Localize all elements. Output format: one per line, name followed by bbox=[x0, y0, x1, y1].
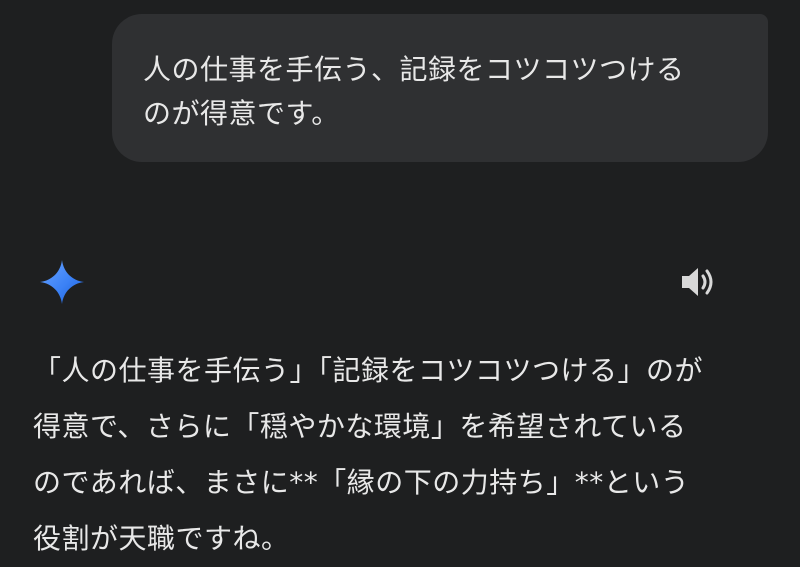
speaker-icon[interactable] bbox=[678, 264, 718, 300]
model-response-header bbox=[0, 252, 800, 312]
chat-conversation: 人の仕事を手伝う、記録をコツコツつける のが得意です。 「人の仕事を手伝う」「記… bbox=[0, 0, 800, 557]
user-message-text: 人の仕事を手伝う、記録をコツコツつける のが得意です。 bbox=[143, 53, 685, 130]
gemini-spark-icon bbox=[40, 260, 84, 304]
model-response-text: 「人の仕事を手伝う」「記録をコツコツつける」のが 得意で、さらに「穏やかな環境」… bbox=[33, 354, 704, 555]
user-message-bubble: 人の仕事を手伝う、記録をコツコツつける のが得意です。 bbox=[112, 14, 768, 162]
